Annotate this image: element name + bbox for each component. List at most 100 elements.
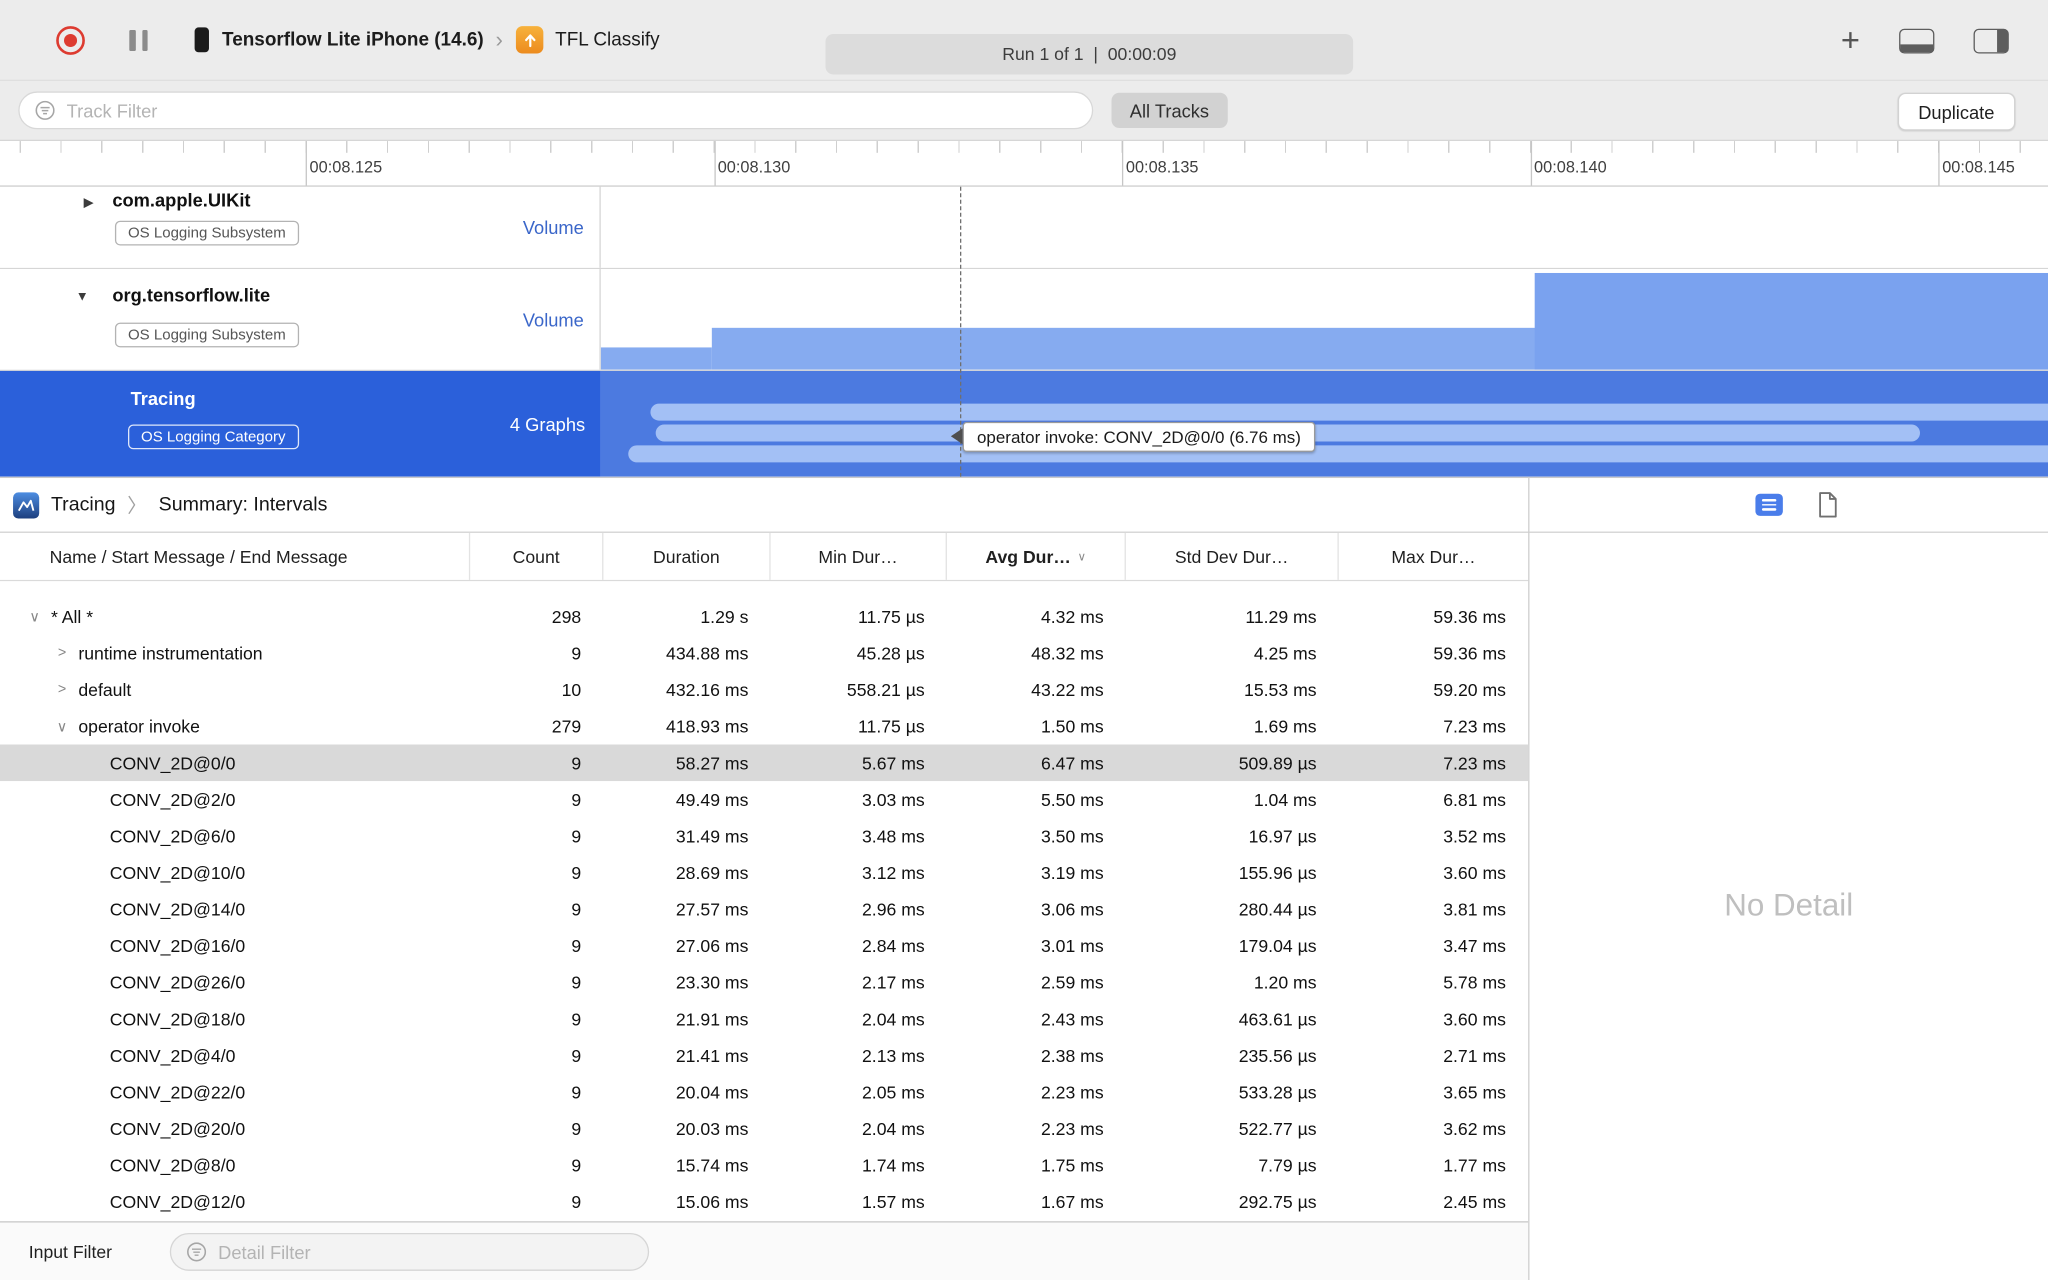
track-label-tensorflow[interactable]: ▼ org.tensorflow.lite OS Logging Subsyst… [0,269,601,370]
table-row[interactable]: CONV_2D@0/0 9 58.27 ms 5.67 ms 6.47 ms 509.89… [0,744,1529,782]
table-row[interactable]: CONV_2D@4/0 9 21.41 ms 2.13 ms 2.38 ms 235.56… [0,1037,1528,1074]
pane-divider[interactable] [1528,476,1530,1280]
column-header-duration[interactable]: Duration [603,532,771,580]
interval-bar[interactable] [628,445,2048,463]
column-header-name[interactable]: Name / Start Message / End Message [0,532,471,580]
table-row[interactable]: CONV_2D@20/0 9 20.03 ms 2.04 ms 2.23 ms 522.7… [0,1110,1528,1147]
cell-duration: 434.88 ms [666,643,749,663]
row-name: CONV_2D@2/0 [109,789,236,810]
sort-chevron-icon: ∨ [1077,549,1087,563]
breadcrumb-instrument[interactable]: Tracing [51,494,116,516]
breadcrumb-view[interactable]: Summary: Intervals [159,494,328,516]
intervals-table-header: Name / Start Message / End Message Count… [0,532,1529,582]
cell-count: 9 [571,1191,582,1212]
table-row[interactable]: CONV_2D@2/0 9 49.49 ms 3.03 ms 5.50 ms 1.04 m… [0,781,1528,818]
chevron-down-icon[interactable]: ∨ [26,608,43,625]
track-lane-tensorflow[interactable] [600,269,2048,370]
volume-bar-segment [1534,272,2048,370]
toggle-bottom-pane-button[interactable] [1899,28,1935,53]
cell-min: 1.57 ms [862,1191,925,1212]
table-row[interactable]: CONV_2D@22/0 9 20.04 ms 2.05 ms 2.23 ms 533.2… [0,1074,1528,1111]
table-row[interactable]: CONV_2D@18/0 9 21.91 ms 2.04 ms 2.43 ms 463.6… [0,1000,1528,1037]
track-row-tensorflow[interactable]: ▼ org.tensorflow.lite OS Logging Subsyst… [0,269,2048,371]
ruler-major-tick [1530,141,1532,186]
track-lane-uikit[interactable] [600,186,2048,268]
table-row[interactable]: > default 10 432.16 ms 558.21 µs 43.22 ms 15.5… [0,671,1528,708]
table-row[interactable]: ∨ operator invoke 279 418.93 ms 11.75 µs 1.50… [0,708,1528,745]
cell-max: 59.36 ms [1433,643,1506,663]
ruler-major-tick [1938,141,1940,186]
detail-filter-field[interactable] [169,1232,650,1271]
all-tracks-button[interactable]: All Tracks [1111,92,1228,128]
chevron-right-icon[interactable]: > [54,645,71,661]
cell-avg: 6.47 ms [1040,752,1104,773]
pause-button[interactable] [129,29,148,51]
row-name: operator invoke [78,716,200,736]
cell-max: 3.47 ms [1443,935,1506,956]
row-name: * All * [50,606,94,627]
cell-duration: 1.29 s [700,606,749,627]
table-row[interactable]: CONV_2D@16/0 9 27.06 ms 2.84 ms 3.01 ms 179.0… [0,927,1528,964]
cell-duration: 23.30 ms [675,972,749,992]
cell-std: 522.77 µs [1238,1118,1317,1139]
disclosure-triangle-icon[interactable]: ▼ [76,290,89,304]
cell-min: 2.17 ms [862,972,925,992]
cell-std: 280.44 µs [1238,899,1317,919]
track-meta-label: 4 Graphs [509,413,586,435]
track-row-tracing[interactable]: Tracing OS Logging Category 4 Graphs ope… [0,370,2048,477]
interval-bar[interactable] [650,403,2048,421]
column-header-std[interactable]: Std Dev Dur… [1126,532,1339,580]
track-area: ▶ com.apple.UIKit OS Logging Subsystem V… [0,186,2048,477]
target-app-selector[interactable]: TFL Classify [555,29,660,50]
time-ruler[interactable]: 00:08.125 00:08.130 00:08.135 00:08.140 00:0… [0,141,2048,187]
table-row[interactable]: CONV_2D@10/0 9 28.69 ms 3.12 ms 3.19 ms 155.9… [0,854,1528,891]
chevron-right-icon[interactable]: > [54,682,71,698]
track-filter-input[interactable] [64,98,1077,123]
cell-max: 2.71 ms [1443,1045,1506,1066]
document-icon[interactable] [1817,491,1839,525]
column-header-count[interactable]: Count [470,532,604,580]
cell-avg: 3.19 ms [1040,862,1104,883]
row-name: CONV_2D@4/0 [109,1045,236,1066]
cell-max: 7.23 ms [1443,752,1506,773]
add-instrument-button[interactable]: + [1841,24,1860,57]
record-button[interactable] [56,25,85,55]
toggle-right-pane-button[interactable] [1973,28,2009,53]
cell-avg: 2.23 ms [1040,1082,1104,1102]
table-row[interactable]: ∨ * All * 298 1.29 s 11.75 µs 4.32 ms 11.29 ms… [0,598,1528,635]
table-row[interactable]: CONV_2D@8/0 9 15.74 ms 1.74 ms 1.75 ms 7.79 µ… [0,1147,1528,1184]
column-header-max[interactable]: Max Dur… [1339,533,1528,580]
column-header-min[interactable]: Min Dur… [771,532,947,580]
disclosure-triangle-icon[interactable]: ▶ [84,196,94,210]
track-meta-label: Volume [522,308,584,330]
cell-max: 1.77 ms [1443,1155,1506,1175]
toolbar: Tensorflow Lite iPhone (14.6) › TFL Clas… [0,0,2048,81]
interval-tooltip: operator invoke: CONV_2D@0/0 (6.76 ms) [950,421,1316,452]
cell-count: 10 [561,679,582,700]
track-filter-field[interactable] [18,91,1094,130]
cell-min: 3.48 ms [862,826,925,846]
ruler-major-tick [305,141,307,186]
cell-avg: 5.50 ms [1040,789,1104,810]
table-row[interactable]: CONV_2D@12/0 9 15.06 ms 1.57 ms 1.67 ms 292.7… [0,1183,1528,1220]
extended-detail-icon[interactable] [1755,493,1783,516]
column-header-avg[interactable]: Avg Dur… ∨ [947,532,1126,580]
table-row[interactable]: CONV_2D@14/0 9 27.57 ms 2.96 ms 3.06 ms 280.4… [0,891,1528,928]
track-row-uikit[interactable]: ▶ com.apple.UIKit OS Logging Subsystem V… [0,186,2048,270]
track-badge: OS Logging Category [128,424,299,450]
chevron-down-icon[interactable]: ∨ [54,718,71,735]
cell-duration: 58.27 ms [675,752,749,773]
cell-std: 463.61 µs [1238,1008,1317,1029]
table-row[interactable]: CONV_2D@6/0 9 31.49 ms 3.48 ms 3.50 ms 16.97 … [0,818,1528,855]
track-label-uikit[interactable]: ▶ com.apple.UIKit OS Logging Subsystem V… [0,186,601,268]
duplicate-button[interactable]: Duplicate [1897,92,2016,131]
chevron-right-icon: › [495,26,503,52]
detail-filter-input[interactable] [215,1240,633,1264]
track-lane-tracing[interactable]: operator invoke: CONV_2D@0/0 (6.76 ms) [600,370,2048,477]
device-selector[interactable]: Tensorflow Lite iPhone (14.6) [222,29,484,50]
track-label-tracing[interactable]: Tracing OS Logging Category 4 Graphs [0,370,601,477]
table-row[interactable]: > runtime instrumentation 9 434.88 ms 45.28 … [0,635,1528,672]
row-name: runtime instrumentation [78,643,263,663]
table-row[interactable]: CONV_2D@26/0 9 23.30 ms 2.17 ms 2.59 ms 1.20 … [0,964,1528,1001]
row-name: CONV_2D@0/0 [109,752,236,773]
